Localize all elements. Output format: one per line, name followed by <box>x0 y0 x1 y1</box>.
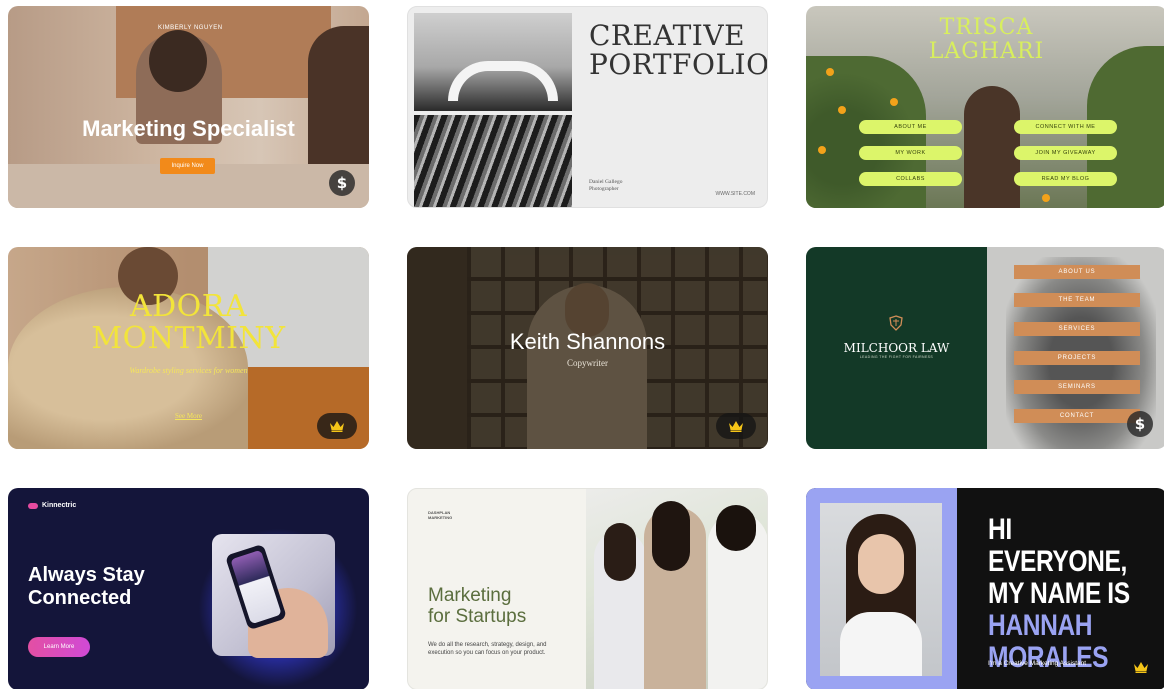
card-title: TRISCA LAGHARI <box>806 16 1164 64</box>
title-line: Marketing <box>428 585 512 606</box>
card-title: Marketing Specialist <box>82 116 295 141</box>
card-name: KIMBERLY NGUYEN <box>158 25 223 31</box>
premium-crown-badge <box>317 413 357 439</box>
flower <box>826 68 834 76</box>
flower <box>838 106 846 114</box>
link-collabs: COLLABS <box>859 172 962 186</box>
title-line: HANNAH <box>988 609 1093 642</box>
menu-services: SERVICES <box>1014 322 1140 336</box>
brand-logo: DASHPLAN MARKETING <box>428 510 452 520</box>
title-line: MORALES <box>988 641 1109 674</box>
card-title: Marketing for Startups <box>428 585 526 627</box>
title-line: HI EVERYONE, <box>988 513 1127 578</box>
site-url: WWW.SITE.COM <box>715 191 755 197</box>
link-about-me: ABOUT ME <box>859 120 962 134</box>
architecture-photo <box>414 115 572 207</box>
link-blog: READ MY BLOG <box>1014 172 1117 186</box>
person-hair <box>652 501 690 571</box>
title-line: MY NAME IS <box>988 577 1130 610</box>
crown-icon <box>1134 662 1148 673</box>
card-subtitle: Copywriter <box>567 358 608 368</box>
learn-more-button: Learn More <box>28 637 90 657</box>
template-card-hannah-morales[interactable]: HI EVERYONE, MY NAME IS HANNAH MORALES I… <box>806 488 1164 689</box>
menu-about-us: ABOUT US <box>1014 265 1140 279</box>
template-card-creative-portfolio[interactable]: CREATIVE PORTFOLIO Daniel Gallego Photog… <box>407 6 768 208</box>
shield-icon <box>889 315 903 331</box>
person-image <box>308 26 369 176</box>
link-connect: CONNECT WITH ME <box>1014 120 1117 134</box>
template-card-trisca-laghari[interactable]: TRISCA LAGHARI ABOUT ME MY WORK COLLABS … <box>806 6 1164 208</box>
kinnectric-logo-icon <box>28 502 38 509</box>
title-line: Always Stay <box>28 564 145 586</box>
person-shirt <box>840 612 922 676</box>
premium-dollar-badge: $ <box>1127 411 1153 437</box>
template-card-milchoor-law[interactable]: MILCHOOR LAW LEADING THE FIGHT FOR FAIRN… <box>806 247 1164 449</box>
template-card-adora-montminy[interactable]: ADORA MONTMINY Wardrobe styling services… <box>8 247 369 449</box>
menu-projects: PROJECTS <box>1014 351 1140 365</box>
premium-crown-badge <box>716 413 756 439</box>
template-card-marketing-startups[interactable]: DASHPLAN MARKETING Marketing for Startup… <box>407 488 768 689</box>
card-title: ADORA MONTMINY <box>8 291 369 355</box>
person-face <box>858 534 904 594</box>
link-giveaway: JOIN MY GIVEAWAY <box>1014 146 1117 160</box>
person-hair <box>604 523 636 581</box>
card-title: HI EVERYONE, MY NAME IS HANNAH MORALES <box>988 514 1135 674</box>
menu-seminars: SEMINARS <box>1014 380 1140 394</box>
title-line: for Startups <box>428 606 527 627</box>
card-title: Always Stay Connected <box>28 564 145 610</box>
see-more-link: See More <box>174 412 203 420</box>
inquire-button: Inquire Now <box>160 158 215 174</box>
brand-line: MARKETING <box>428 515 453 520</box>
template-card-marketing-specialist[interactable]: KIMBERLY NGUYEN Marketing Specialist Inq… <box>8 6 369 208</box>
card-title: Keith Shannons <box>509 329 666 354</box>
person-hair <box>716 505 756 551</box>
author-role: Photographer <box>589 186 619 192</box>
author-info: Daniel Gallego Photographer <box>589 179 622 193</box>
crown-icon <box>729 421 743 432</box>
brand-logo: Kinnectric <box>28 502 76 509</box>
premium-crown-badge <box>1121 654 1161 680</box>
brand-name: Kinnectric <box>42 502 77 509</box>
person-image <box>964 86 1020 208</box>
flower <box>890 98 898 106</box>
menu-contact: CONTACT <box>1014 409 1140 423</box>
firm-tagline: LEADING THE FIGHT FOR FAIRNESS <box>859 355 934 359</box>
card-body: We do all the research, strategy, design… <box>428 642 547 656</box>
title-line: LAGHARI <box>928 39 1045 64</box>
title-line: MONTMINY <box>91 321 286 356</box>
title-line: ADORA <box>129 289 248 324</box>
card-title: CREATIVE PORTFOLIO <box>589 21 768 81</box>
flower <box>818 146 826 154</box>
title-line: PORTFOLIO <box>589 48 768 81</box>
link-my-work: MY WORK <box>859 146 962 160</box>
card-subtitle: I'm a Creative Marketing Assistant <box>988 660 1087 667</box>
firm-name: MILCHOOR LAW <box>843 341 950 355</box>
title-line: TRISCA <box>939 15 1034 40</box>
title-line: Connected <box>28 587 132 609</box>
template-card-kinnectric[interactable]: Kinnectric Always Stay Connected Learn M… <box>8 488 369 689</box>
card-subtitle: Wardrobe styling services for women <box>129 366 248 375</box>
flower <box>1042 194 1050 202</box>
menu-the-team: THE TEAM <box>1014 293 1140 307</box>
crown-icon <box>330 421 344 432</box>
premium-dollar-badge: $ <box>329 170 355 196</box>
person-hair <box>149 30 207 92</box>
template-card-keith-shannons[interactable]: Keith Shannons Copywriter <box>407 247 768 449</box>
author-name: Daniel Gallego <box>589 179 623 185</box>
